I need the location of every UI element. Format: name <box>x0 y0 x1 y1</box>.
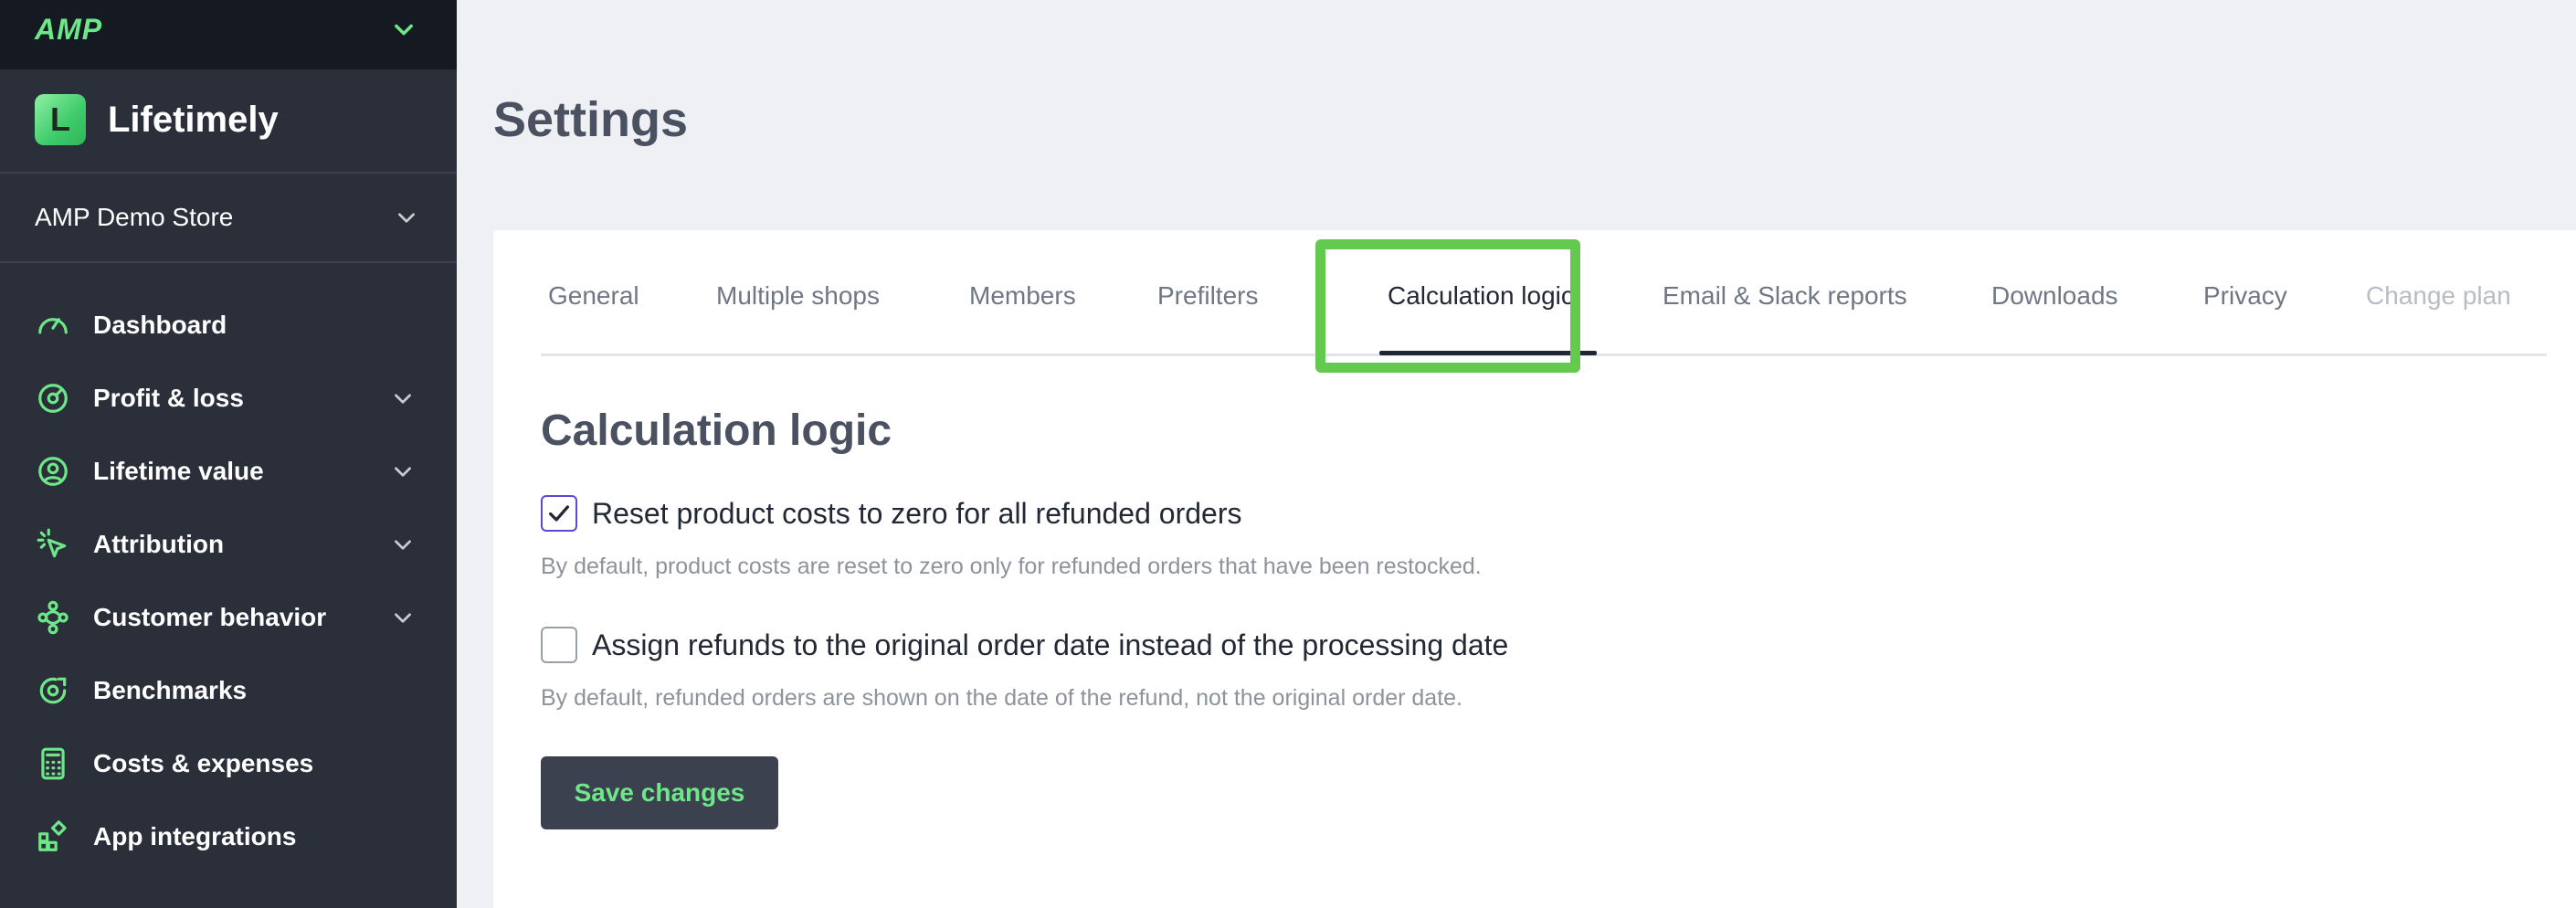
user-circle-icon <box>35 453 71 490</box>
brand-name: Lifetimely <box>108 99 279 140</box>
brand[interactable]: L Lifetimely <box>35 93 279 146</box>
chevron-down-icon <box>395 613 411 623</box>
tab-downloads[interactable]: Downloads <box>1991 281 2118 311</box>
sidebar-item-costs-expenses[interactable]: Costs & expenses <box>0 727 457 800</box>
store-selector[interactable]: AMP Demo Store <box>35 199 418 236</box>
sidebar-item-label: Dashboard <box>93 311 227 339</box>
sidebar-item-label: Lifetime value <box>93 457 264 485</box>
apps-icon <box>35 818 71 855</box>
sidebar-item-profit-loss[interactable]: Profit & loss <box>0 362 457 435</box>
tab-email-slack-reports[interactable]: Email & Slack reports <box>1663 281 1907 311</box>
cursor-click-icon <box>35 526 71 563</box>
top-bar: AMP <box>0 0 457 69</box>
chevron-down-icon <box>395 540 411 550</box>
lifetimely-logo-icon: L <box>35 94 86 145</box>
sidebar-nav: Dashboard Profit & loss Lifetime value A… <box>0 289 457 873</box>
sidebar-item-lifetime-value[interactable]: Lifetime value <box>0 435 457 508</box>
sidebar-item-dashboard[interactable]: Dashboard <box>0 289 457 362</box>
option-label: Reset product costs to zero for all refu… <box>592 496 1242 530</box>
sidebar-item-benchmarks[interactable]: Benchmarks <box>0 654 457 727</box>
tab-multiple-shops[interactable]: Multiple shops <box>716 281 880 311</box>
amp-logo: AMP <box>35 13 103 46</box>
assign-refunds-checkbox[interactable] <box>541 627 577 663</box>
section-title: Calculation logic <box>541 406 892 455</box>
sidebar-item-label: Attribution <box>93 530 225 558</box>
tab-general[interactable]: General <box>548 281 639 311</box>
help-text: By default, product costs are reset to z… <box>541 554 1482 579</box>
chevron-down-icon[interactable] <box>391 16 417 42</box>
gauge-icon <box>35 307 71 343</box>
chevron-down-icon <box>398 213 415 223</box>
store-name: AMP Demo Store <box>35 203 234 231</box>
tab-privacy[interactable]: Privacy <box>2203 281 2287 311</box>
highlight-annotation <box>1315 239 1580 373</box>
assign-refunds-option[interactable]: Assign refunds to the original order dat… <box>541 627 1508 663</box>
page-title: Settings <box>493 92 689 147</box>
help-text: By default, refunded orders are shown on… <box>541 685 1462 711</box>
save-changes-button[interactable]: Save changes <box>541 756 778 829</box>
calculator-icon <box>35 745 71 782</box>
reset-product-costs-checkbox[interactable] <box>541 495 577 532</box>
sidebar-item-app-integrations[interactable]: App integrations <box>0 800 457 873</box>
tab-change-plan[interactable]: Change plan <box>2366 281 2511 311</box>
divider <box>0 172 457 174</box>
sidebar-item-label: App integrations <box>93 822 297 850</box>
dial-icon <box>35 380 71 417</box>
settings-card: General Multiple shops Members Prefilter… <box>493 230 2576 908</box>
sidebar-item-label: Customer behavior <box>93 603 327 631</box>
chevron-down-icon <box>395 394 411 404</box>
checkmark-icon <box>549 505 569 522</box>
flow-icon <box>35 599 71 636</box>
tab-members[interactable]: Members <box>969 281 1076 311</box>
chevron-down-icon <box>395 467 411 477</box>
sidebar-item-label: Benchmarks <box>93 676 248 704</box>
sidebar: AMP L Lifetimely AMP Demo Store Dashboar… <box>0 0 457 908</box>
option-label: Assign refunds to the original order dat… <box>592 628 1509 661</box>
sidebar-item-label: Profit & loss <box>93 384 244 412</box>
divider <box>0 261 457 263</box>
tab-prefilters[interactable]: Prefilters <box>1157 281 1258 311</box>
sidebar-item-customer-behavior[interactable]: Customer behavior <box>0 581 457 654</box>
sidebar-item-attribution[interactable]: Attribution <box>0 508 457 581</box>
sidebar-item-label: Costs & expenses <box>93 749 314 777</box>
target-icon <box>35 672 71 709</box>
reset-product-costs-option[interactable]: Reset product costs to zero for all refu… <box>541 495 1241 532</box>
